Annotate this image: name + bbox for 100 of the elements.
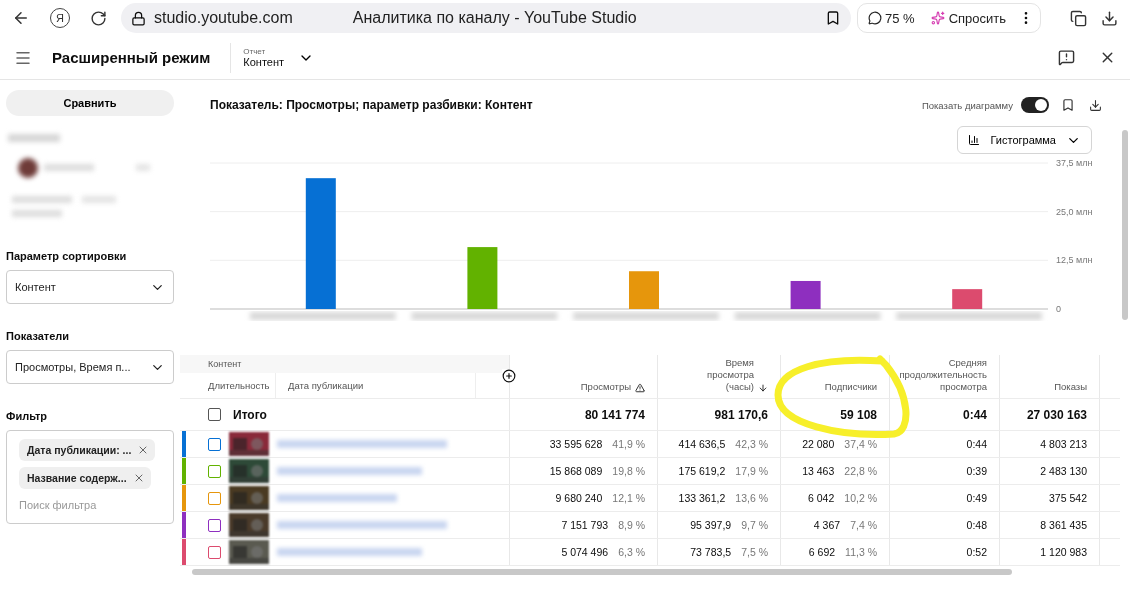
bookmark-icon: [1061, 98, 1075, 112]
download-icon: [1101, 9, 1118, 27]
chart-bar: [790, 280, 821, 309]
metric-value: 13 463: [802, 465, 835, 477]
metric-value: 4 367: [813, 519, 841, 531]
metric-share: 37,4 %: [844, 438, 877, 450]
chart-toggle[interactable]: [1021, 97, 1049, 113]
axis-tick-label: 37,5 млн: [1056, 158, 1093, 168]
copy-icon: [1070, 9, 1087, 27]
chart-type-dropdown[interactable]: Гистограмма: [957, 126, 1092, 154]
checkbox[interactable]: [208, 464, 221, 478]
feedback-icon: [1058, 49, 1075, 66]
ask-button[interactable]: Спросить: [926, 6, 1011, 30]
metric-value: 133 361,2: [678, 492, 726, 504]
metrics-label: Показатели: [6, 330, 71, 342]
metric-value: 8 361 435: [1040, 519, 1087, 531]
metric-value: 0:48: [966, 519, 987, 531]
metric-share: 11,3 %: [845, 546, 877, 558]
metric-value: 175 619,2: [678, 465, 726, 477]
total-value: 59 108: [840, 407, 877, 422]
metric-value: 2 483 130: [1040, 465, 1087, 477]
metric-share: 12,1 %: [612, 492, 645, 504]
address-bar[interactable]: studio.youtube.com Аналитика по каналу - YouTube Studio: [121, 3, 851, 33]
report-title: Показатель: Просмотры; параметр разбивки: Контент: [210, 98, 533, 112]
page-title: Аналитика по каналу - YouTube Studio: [352, 9, 638, 27]
sparkle-icon: [930, 11, 945, 25]
header-title: Расширенный режим: [52, 49, 211, 66]
metric-value: 0:39: [966, 465, 987, 477]
metric-value: 6 042: [808, 492, 835, 504]
metric-value: 0:44: [966, 438, 987, 450]
zoom-button[interactable]: 75 %: [864, 6, 919, 30]
url-text: studio.youtube.com: [154, 9, 293, 27]
metric-value: 375 542: [1049, 492, 1087, 504]
filter-label: Фильтр: [6, 410, 49, 422]
chart-toggle-label: Показать диаграмму: [921, 99, 1013, 111]
metric-value: 0:52: [966, 546, 987, 558]
checkbox[interactable]: [208, 491, 221, 505]
checkbox[interactable]: [208, 408, 221, 421]
axis-tick-label: 0: [1056, 304, 1061, 314]
total-value: 981 170,6: [714, 407, 768, 422]
metric-share: 7,4 %: [850, 519, 877, 531]
metric-share: 9,7 %: [741, 519, 768, 531]
bookmark-icon[interactable]: [825, 10, 841, 26]
lock-icon: [131, 10, 146, 26]
add-column-icon[interactable]: [502, 369, 516, 383]
metric-value: 7 151 793: [561, 519, 609, 531]
column-header[interactable]: Показы: [1054, 381, 1087, 393]
metric-share: 22,8 %: [844, 465, 877, 477]
column-header[interactable]: Длительность: [180, 373, 276, 398]
metric-share: 8,9 %: [618, 519, 645, 531]
metric-share: 42,3 %: [735, 438, 768, 450]
metric-value: 22 080: [802, 438, 835, 450]
metric-share: 19,8 %: [612, 465, 645, 477]
metric-value: 33 595 628: [549, 438, 603, 450]
chart-bar: [629, 271, 659, 309]
column-header[interactable]: Просмотры: [580, 381, 631, 393]
metric-value: 0:49: [966, 492, 987, 504]
sort-arrow-icon[interactable]: [758, 383, 768, 393]
sort-dropdown[interactable]: Контент: [6, 270, 174, 304]
sort-label: Параметр сортировки: [6, 250, 128, 262]
metric-value: 4 803 213: [1040, 438, 1087, 450]
metric-value: 5 074 496: [561, 546, 609, 558]
metric-value: 95 397,9: [690, 519, 732, 531]
total-value: 27 030 163: [1026, 407, 1087, 422]
metrics-dropdown[interactable]: Просмотры, Время п...: [6, 350, 174, 384]
checkbox[interactable]: [208, 437, 221, 451]
metric-share: 10,2 %: [844, 492, 877, 504]
filter-chip[interactable]: Название содерж...: [19, 467, 151, 489]
metric-share: 17,9 %: [735, 465, 768, 477]
chart-bar: [952, 289, 983, 309]
scrollbar[interactable]: [192, 569, 1012, 575]
metric-share: 41,9 %: [612, 438, 645, 450]
total-label: Итого: [233, 407, 267, 422]
column-header[interactable]: Дата публикации: [276, 373, 476, 398]
axis-tick-label: 12,5 млн: [1056, 255, 1093, 266]
metric-value: 6 692: [808, 546, 836, 558]
metric-share: 6,3 %: [618, 546, 645, 558]
column-header[interactable]: Время просмотра (часы): [684, 357, 754, 393]
bar-chart-icon: [968, 134, 981, 146]
warning-icon: [635, 383, 645, 393]
total-value: 0:44: [962, 407, 987, 422]
report-dropdown[interactable]: Отчет Контент: [230, 42, 319, 73]
metric-share: 13,6 %: [735, 492, 768, 504]
filter-chip[interactable]: Дата публикации: ...: [19, 439, 156, 461]
metric-value: 1 120 983: [1040, 546, 1087, 558]
metric-value: 9 680 240: [555, 492, 603, 504]
scrollbar[interactable]: [1122, 130, 1128, 320]
metric-value: 15 868 089: [549, 465, 603, 477]
metric-value: 414 636,5: [678, 438, 726, 450]
axis-tick-label: 25,0 млн: [1056, 206, 1093, 217]
column-header[interactable]: Подписчики: [824, 381, 877, 393]
chart-bar: [467, 247, 498, 309]
reload-icon: [90, 9, 107, 27]
column-header[interactable]: Средняя продолжительность просмотра: [890, 357, 987, 393]
column-group-header: Контент: [180, 355, 509, 373]
metric-value: 73 783,5: [690, 546, 732, 558]
checkbox[interactable]: [208, 545, 221, 559]
checkbox[interactable]: [208, 518, 221, 532]
chat-icon: [868, 11, 882, 25]
compare-button[interactable]: Сравнить: [6, 90, 174, 116]
